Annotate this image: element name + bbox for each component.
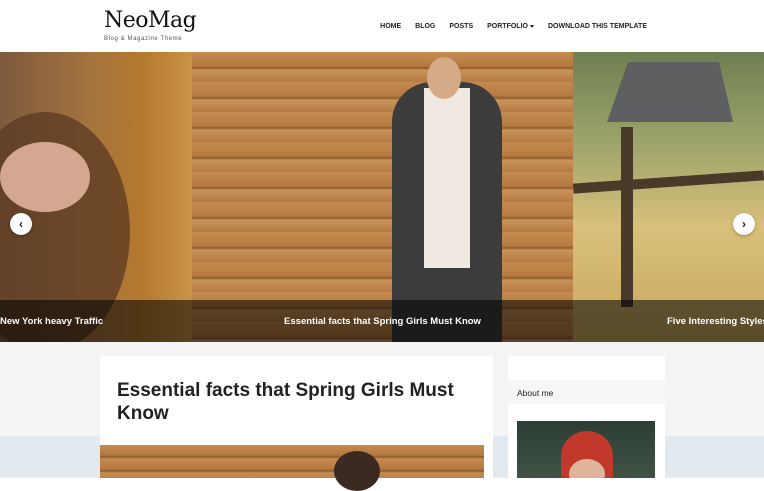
slide-caption-text: Essential facts that Spring Girls Must K… — [284, 315, 481, 327]
slide-image-decoration — [0, 142, 90, 212]
sidebar: About me — [508, 356, 665, 478]
site-logo[interactable]: NeoMag Blog & Magazine Theme — [104, 8, 197, 43]
slide[interactable]: Five Interesting Styles T — [573, 52, 764, 342]
slider-prev-button[interactable]: ‹ — [10, 213, 32, 235]
slide-caption: New York heavy Traffic — [0, 300, 192, 342]
site-header: NeoMag Blog & Magazine Theme HOME BLOG P… — [0, 0, 764, 52]
post-title[interactable]: Essential facts that Spring Girls Must K… — [117, 379, 477, 425]
post-featured-image[interactable] — [100, 445, 484, 491]
slide-image-decoration — [621, 127, 633, 307]
nav-home[interactable]: HOME — [373, 23, 408, 30]
slide-image-decoration — [573, 170, 764, 194]
nav-portfolio[interactable]: PORTFOLIO — [480, 23, 541, 30]
featured-slider: New York heavy Traffic Essential facts t… — [0, 52, 764, 342]
nav-posts[interactable]: POSTS — [442, 23, 480, 30]
slide-caption-text: Five Interesting Styles T — [667, 315, 764, 327]
slide-caption-text: New York heavy Traffic — [0, 315, 104, 327]
slide-image-decoration — [427, 57, 461, 99]
slide-image-decoration — [607, 62, 733, 122]
slide-caption: Five Interesting Styles T — [573, 300, 764, 342]
logo-title: NeoMag — [104, 8, 197, 33]
slide[interactable]: Essential facts that Spring Girls Must K… — [192, 52, 573, 342]
nav-blog[interactable]: BLOG — [408, 23, 442, 30]
logo-tagline: Blog & Magazine Theme — [104, 36, 183, 42]
slide[interactable]: New York heavy Traffic — [0, 52, 192, 342]
caret-down-icon — [529, 24, 534, 28]
nav-download-template[interactable]: DOWNLOAD THIS TEMPLATE — [541, 23, 654, 30]
main-nav: HOME BLOG POSTS PORTFOLIO DOWNLOAD THIS … — [373, 0, 654, 52]
post-image-decoration — [334, 451, 380, 491]
chevron-left-icon: ‹ — [19, 217, 23, 231]
post-card: Essential facts that Spring Girls Must K… — [100, 356, 493, 491]
widget-title: About me — [508, 380, 665, 404]
about-me-image — [517, 421, 655, 478]
nav-portfolio-label: PORTFOLIO — [487, 22, 528, 30]
slide-image-decoration — [424, 88, 470, 268]
slider-next-button[interactable]: › — [733, 213, 755, 235]
slide-caption: Essential facts that Spring Girls Must K… — [192, 300, 573, 342]
chevron-right-icon: › — [742, 217, 746, 231]
